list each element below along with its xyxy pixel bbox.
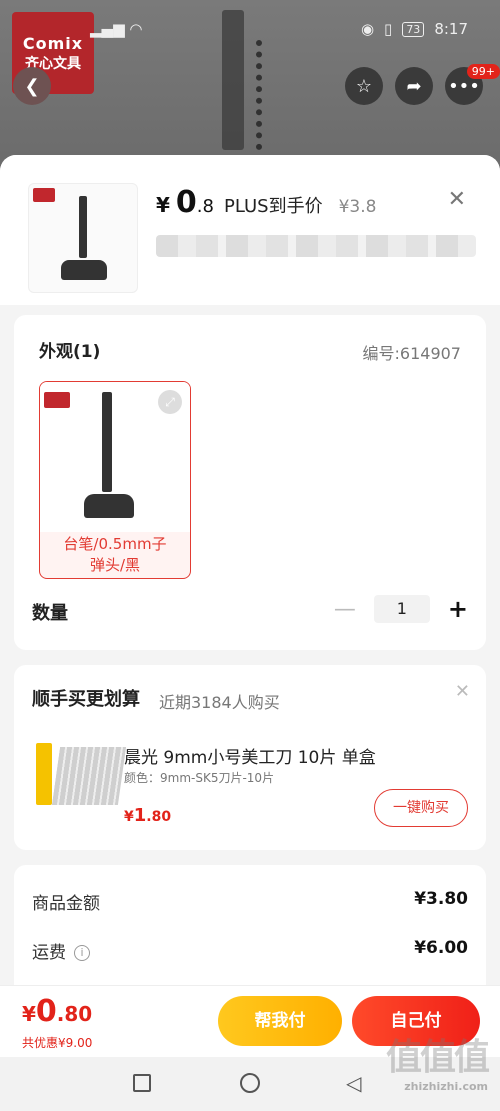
variant-label: 台笔/0.5mm子 弹头/黑 (40, 534, 190, 576)
quantity-stepper: — 1 + (334, 595, 468, 623)
close-icon[interactable]: ✕ (448, 187, 466, 212)
totals-card: 商品金额 ¥3.80 运费 i ¥6.00 (14, 865, 486, 990)
share-button[interactable]: ➦ (395, 67, 433, 105)
pay-price-currency: ¥ (22, 1002, 36, 1026)
status-bar: ▂▄▆ ◠ ◉ ▯ 73 8:17 (0, 18, 500, 44)
home-button[interactable] (240, 1073, 260, 1093)
watermark-url: zhizhizhi.com (404, 1080, 488, 1093)
eye-icon: ◉ (360, 20, 375, 38)
bundle-price-decimal: .80 (146, 809, 172, 825)
more-badge: 99+ (466, 64, 500, 79)
chevron-left-icon: ❮ (24, 75, 40, 97)
watermark-main: 值值值 (385, 1037, 490, 1078)
shipping-label: 运费 (32, 943, 66, 963)
back-nav-button[interactable]: ◁ (346, 1071, 361, 1095)
price-decimal: .8 (196, 196, 214, 217)
blade-pack-image (36, 743, 52, 805)
price-row: ¥ 0 .8 PLUS到手价 ¥3.8 (156, 185, 376, 220)
appearance-title: 外观(1) (39, 342, 101, 362)
recent-apps-button[interactable] (133, 1074, 151, 1092)
total-savings: 共优惠¥9.00 (22, 1036, 93, 1050)
variant-pen-base (84, 494, 134, 518)
variant-pen (102, 392, 112, 492)
blurred-text (156, 235, 476, 257)
thumbnail-pen-base (61, 260, 107, 280)
price-currency: ¥ (156, 193, 170, 217)
signal-icon: ▂▄▆ ◠ (90, 20, 143, 38)
bundle-subtitle: 近期3184人购买 (159, 693, 280, 712)
favorite-button[interactable]: ☆ (345, 67, 383, 105)
variant-label-line1: 台笔/0.5mm子 (63, 535, 167, 553)
quantity-label: 数量 (32, 603, 68, 624)
product-thumbnail[interactable] (28, 183, 138, 293)
star-icon: ☆ (355, 75, 373, 97)
bundle-item-color: 颜色：9mm-SK5刀片-10片 (124, 771, 275, 785)
bundle-item-name[interactable]: 晨光 9mm小号美工刀 10片 单盒 (124, 743, 376, 768)
bundle-item-price: ¥1.80 (124, 805, 171, 826)
clock: 8:17 (434, 20, 468, 38)
bundle-price-currency: ¥ (124, 809, 134, 825)
thumbnail-pen (79, 196, 87, 258)
increment-button[interactable]: + (448, 595, 468, 623)
variant-label-line2: 弹头/黑 (89, 556, 141, 574)
help-me-pay-button[interactable]: 帮我付 (218, 996, 342, 1046)
decrement-button[interactable]: — (334, 597, 356, 622)
quantity-input[interactable]: 1 (373, 595, 430, 623)
one-click-buy-button[interactable]: 一键购买 (374, 789, 468, 827)
shipping-row: 运费 i ¥6.00 (32, 938, 468, 963)
sheet-header: ¥ 0 .8 PLUS到手价 ¥3.8 ✕ (0, 155, 500, 305)
bundle-item-image[interactable] (34, 733, 127, 813)
sku-selection-sheet: ¥ 0 .8 PLUS到手价 ¥3.8 ✕ 外观(1) 编号:614907 ⤢ … (0, 155, 500, 990)
appearance-card: 外观(1) 编号:614907 ⤢ 台笔/0.5mm子 弹头/黑 数量 — 1 … (14, 315, 486, 650)
variant-option[interactable]: ⤢ 台笔/0.5mm子 弹头/黑 (39, 381, 191, 579)
watermark: 值值值 zhizhizhi.com (385, 1028, 490, 1093)
back-button[interactable]: ❮ (13, 67, 51, 105)
bundle-price-integer: 1 (133, 805, 147, 826)
bundle-title: 顺手买更划算 (32, 689, 140, 710)
goods-amount-value: ¥3.80 (414, 889, 468, 909)
pen-cord-image (256, 40, 280, 150)
thumbnail-brand-logo (33, 188, 55, 202)
goods-amount-row: 商品金额 ¥3.80 (32, 889, 468, 914)
expand-icon[interactable]: ⤢ (158, 390, 182, 414)
blades-image (51, 747, 127, 805)
pay-price-decimal: .80 (56, 1002, 93, 1026)
variant-brand-logo (44, 392, 70, 408)
shipping-value: ¥6.00 (414, 938, 468, 958)
original-price: ¥3.8 (338, 197, 377, 217)
share-icon: ➦ (406, 75, 422, 97)
price-type-label: PLUS到手价 (223, 196, 323, 217)
price-integer: 0 (175, 185, 197, 220)
pay-total-price: ¥0.80 (22, 994, 92, 1029)
pay-price-integer: 0 (35, 994, 57, 1029)
sku-number: 编号:614907 (362, 344, 461, 363)
info-icon[interactable]: i (74, 945, 90, 961)
vibrate-icon: ▯ (384, 20, 393, 38)
bundle-card: 顺手买更划算 近期3184人购买 ✕ 晨光 9mm小号美工刀 10片 单盒 颜色… (14, 665, 486, 850)
goods-amount-label: 商品金额 (32, 894, 100, 914)
close-icon[interactable]: ✕ (455, 681, 470, 702)
battery-indicator: 73 (402, 21, 425, 37)
